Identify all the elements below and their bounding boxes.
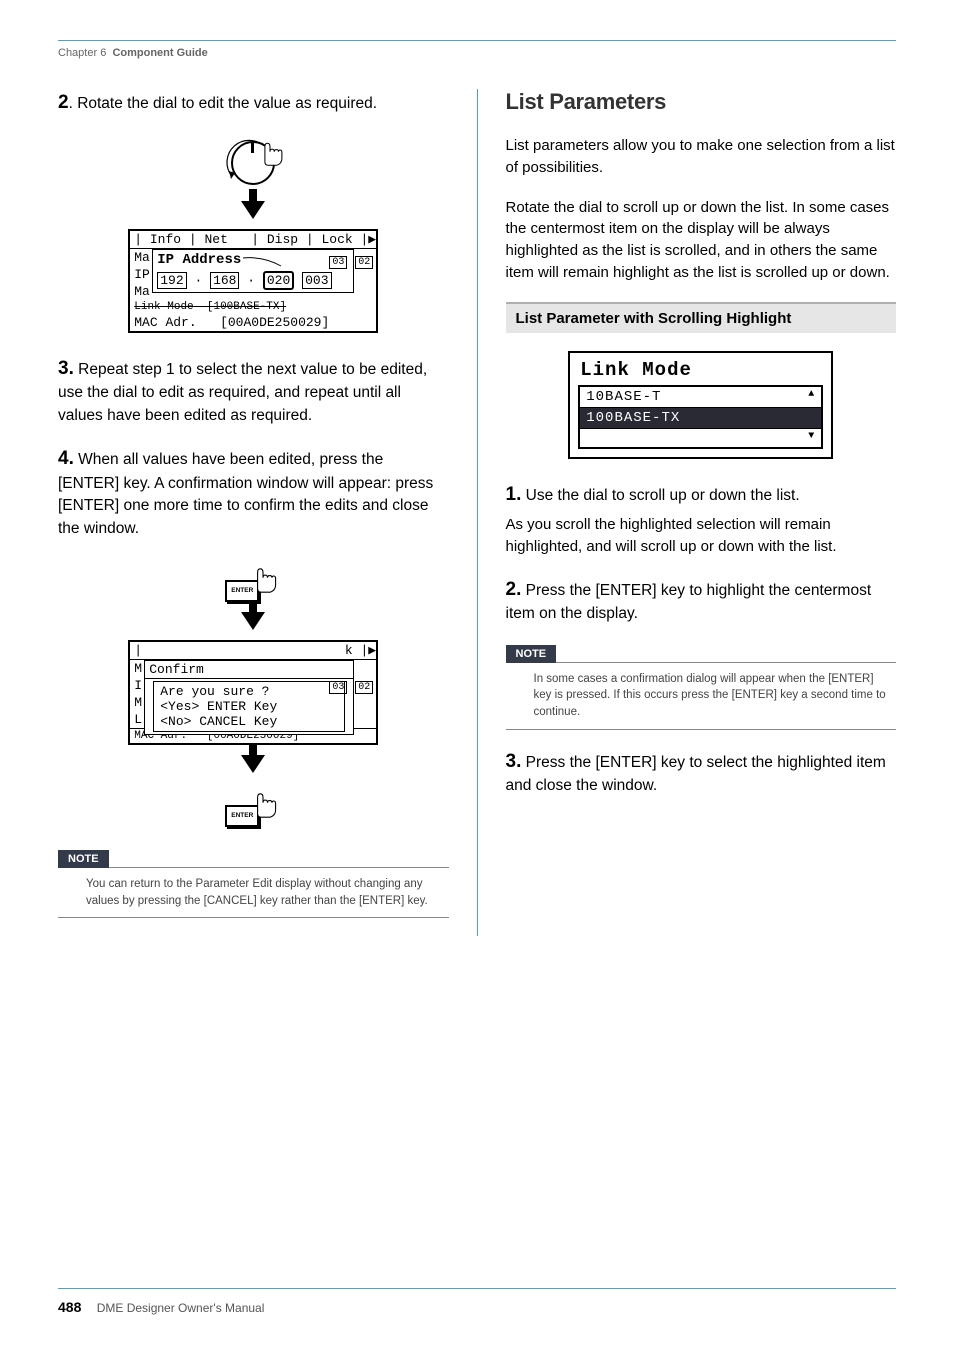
hand-icon bbox=[245, 783, 281, 819]
running-header: Chapter 6 Component Guide bbox=[58, 47, 896, 59]
step-4-number: 4. bbox=[58, 448, 74, 469]
enter-press-1: ENTER bbox=[225, 558, 281, 602]
note-right: NOTE In some cases a confirmation dialog… bbox=[506, 644, 897, 730]
note-left: NOTE You can return to the Parameter Edi… bbox=[58, 849, 449, 918]
right-step-1: 1. Use the dial to scroll up or down the… bbox=[506, 481, 897, 509]
arrow-down-icon bbox=[241, 201, 265, 219]
step-3-text: Repeat step 1 to select the next value t… bbox=[58, 361, 427, 424]
link-item-2-label: 100BASE-TX bbox=[586, 410, 680, 426]
conf-side-2: 02 bbox=[355, 681, 373, 694]
side-num-2: 02 bbox=[355, 256, 373, 269]
hand-icon bbox=[245, 558, 281, 594]
left-column: 2. Rotate the dial to edit the value as … bbox=[58, 89, 449, 936]
step-3: 3. Repeat step 1 to select the next valu… bbox=[58, 355, 449, 427]
step-2-number: 2 bbox=[58, 92, 69, 113]
right-step-1-number: 1. bbox=[506, 484, 522, 505]
step-3-number: 3. bbox=[58, 358, 74, 379]
paragraph-2: Rotate the dial to scroll up or down the… bbox=[506, 197, 897, 284]
right-step-3: 3. Press the [ENTER] key to select the h… bbox=[506, 748, 897, 798]
footer: 488 DME Designer Owner's Manual bbox=[58, 1288, 896, 1315]
ip-octet-3-selected: 020 bbox=[263, 271, 294, 290]
lcd-row-link: Link Mode [100BASE-TX] bbox=[130, 300, 376, 314]
footer-title: DME Designer Owner's Manual bbox=[97, 1301, 265, 1315]
note-label: NOTE bbox=[506, 645, 557, 663]
paragraph-1: List parameters allow you to make one se… bbox=[506, 135, 897, 179]
confirm-line3: <No> CANCEL Key bbox=[160, 714, 338, 729]
column-divider bbox=[477, 89, 478, 936]
link-item-empty: ▼ bbox=[580, 429, 821, 447]
note-label: NOTE bbox=[58, 850, 109, 868]
right-step-3-text: Press the [ENTER] key to select the high… bbox=[506, 754, 886, 795]
right-step-2-text: Press the [ENTER] key to highlight the c… bbox=[506, 582, 872, 623]
link-mode-illustration: Link Mode 10BASE-T ▲ 100BASE-TX ▼ bbox=[568, 351, 833, 459]
ip-octet-4: 003 bbox=[302, 272, 331, 289]
header-rule bbox=[58, 40, 896, 41]
enter-press-2: ENTER bbox=[225, 783, 281, 827]
link-item-1: 10BASE-T ▲ bbox=[580, 387, 821, 408]
scroll-up-icon: ▲ bbox=[808, 389, 815, 405]
chapter-title: Component Guide bbox=[112, 47, 207, 59]
ip-octet-1: 192 bbox=[157, 272, 186, 289]
right-step-3-number: 3. bbox=[506, 751, 522, 772]
right-step-2: 2. Press the [ENTER] key to highlight th… bbox=[506, 576, 897, 626]
note-text: In some cases a confirmation dialog will… bbox=[506, 663, 897, 730]
lcd-confirm-top: | k |▶ bbox=[130, 642, 376, 660]
section-title: List Parameters bbox=[506, 89, 897, 115]
lcd-tabs: | Info | Net | Disp | Lock |▶ bbox=[130, 231, 376, 249]
hand-icon bbox=[253, 133, 287, 167]
conf-side-1: 03 bbox=[329, 681, 347, 694]
confirm-line2: <Yes> ENTER Key bbox=[160, 699, 338, 714]
ip-address-illustration: | Info | Net | Disp | Lock |▶ Ma IP Ma I… bbox=[128, 135, 378, 333]
dial-knob bbox=[225, 135, 281, 191]
step-2: 2. Rotate the dial to edit the value as … bbox=[58, 89, 449, 117]
confirm-illustration: ENTER | k |▶ M I M L Confirm bbox=[128, 558, 378, 827]
link-title: Link Mode bbox=[578, 359, 823, 385]
side-num-1: 03 bbox=[329, 256, 347, 269]
lcd-row-mac: MAC Adr. [00A0DE250029] bbox=[130, 314, 376, 331]
step-4: 4. When all values have been edited, pre… bbox=[58, 445, 449, 540]
right-step-1-cont: As you scroll the highlighted selection … bbox=[506, 514, 897, 558]
subheading: List Parameter with Scrolling Highlight bbox=[506, 302, 897, 333]
link-item-1-label: 10BASE-T bbox=[586, 389, 661, 405]
step-2-text: . Rotate the dial to edit the value as r… bbox=[69, 95, 377, 112]
right-step-1-text: Use the dial to scroll up or down the li… bbox=[521, 487, 799, 504]
pointer-line bbox=[243, 256, 283, 268]
lcd-confirm-screen: | k |▶ M I M L Confirm Are you sure ? <Y… bbox=[128, 640, 378, 745]
right-step-2-number: 2. bbox=[506, 579, 522, 600]
link-item-2-selected: 100BASE-TX bbox=[580, 408, 821, 429]
step-4-text: When all values have been edited, press … bbox=[58, 451, 433, 536]
confirm-line1: Are you sure ? bbox=[160, 684, 338, 699]
arrow-down-icon bbox=[241, 755, 265, 773]
arrow-down-icon bbox=[241, 612, 265, 630]
ip-octet-2: 168 bbox=[210, 272, 239, 289]
page-number: 488 bbox=[58, 1299, 81, 1315]
lcd-ip-screen: | Info | Net | Disp | Lock |▶ Ma IP Ma I… bbox=[128, 229, 378, 333]
confirm-title: Confirm bbox=[145, 661, 353, 679]
note-text: You can return to the Parameter Edit dis… bbox=[58, 868, 449, 918]
chapter-label: Chapter 6 bbox=[58, 47, 106, 59]
scroll-down-icon: ▼ bbox=[808, 431, 815, 445]
right-column: List Parameters List parameters allow yo… bbox=[506, 89, 897, 936]
